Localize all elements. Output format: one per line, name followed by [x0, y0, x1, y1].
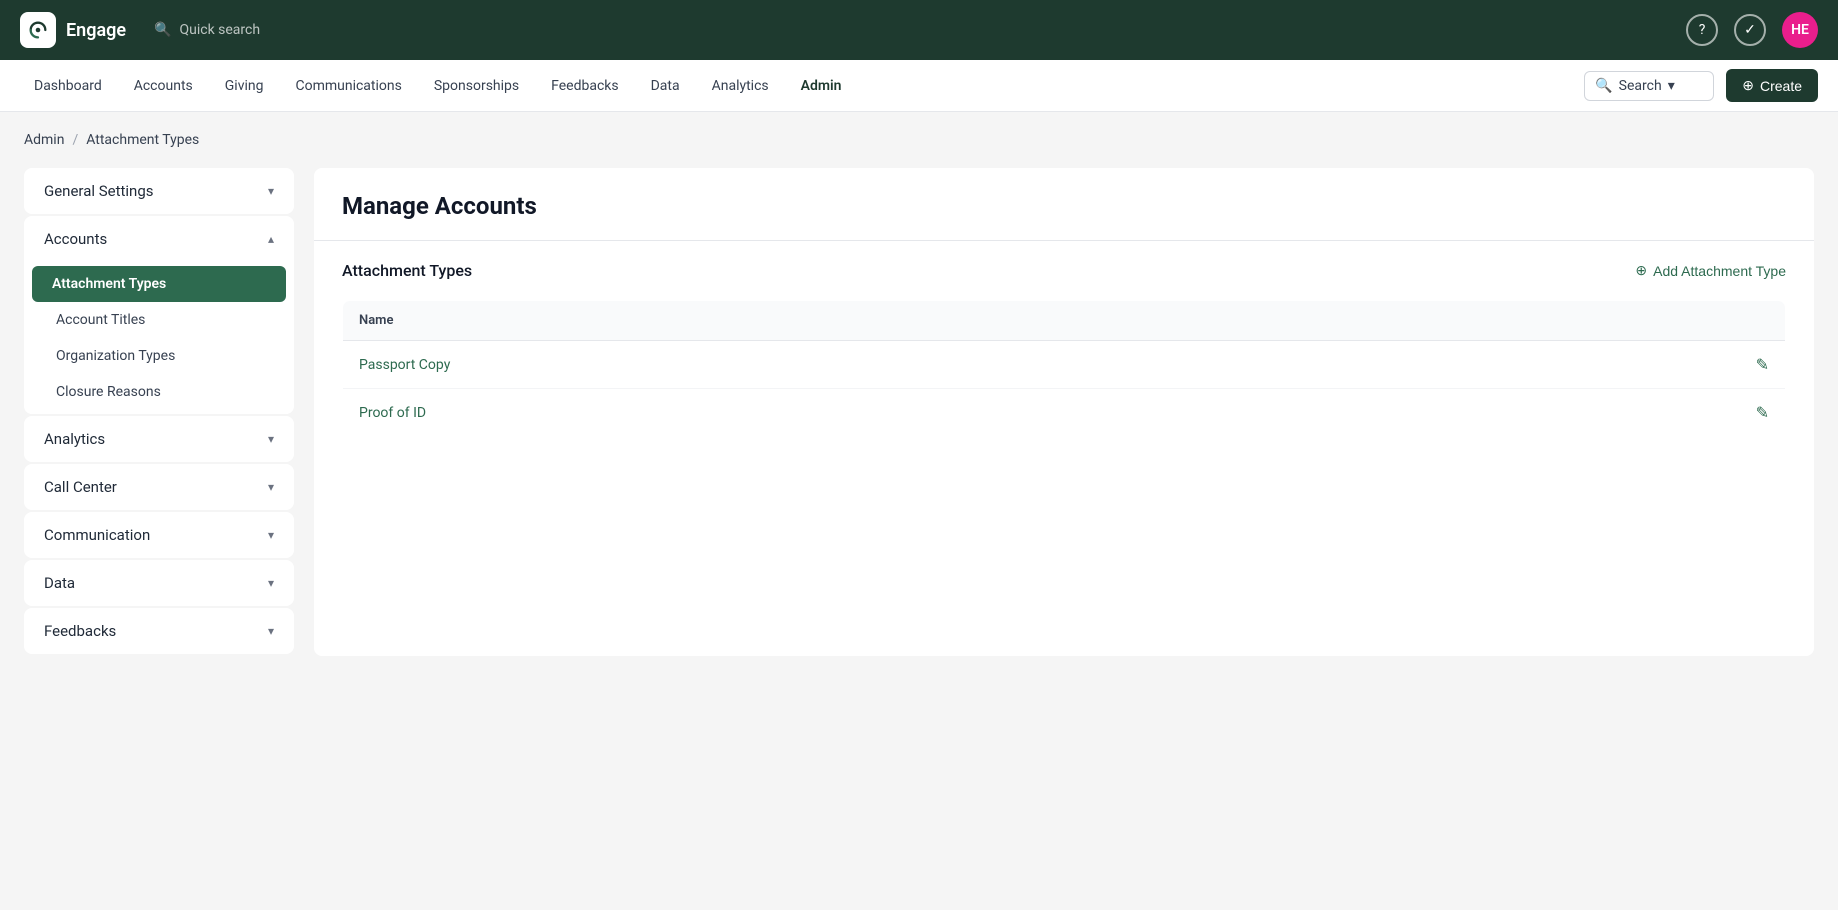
content-layout: General Settings ▾ Accounts ▴ Attachment…	[24, 168, 1814, 656]
row-passport-copy[interactable]: Passport Copy	[343, 341, 1396, 389]
attachment-types-table: Name Passport Copy ✎ Proof of ID	[342, 300, 1786, 437]
sidebar-section-data: Data ▾	[24, 560, 294, 606]
page-wrapper: Admin / Attachment Types General Setting…	[0, 112, 1838, 910]
sidebar-header-communication[interactable]: Communication ▾	[24, 512, 294, 558]
section-header: Attachment Types ⊕ Add Attachment Type	[314, 241, 1814, 300]
sidebar-section-accounts: Accounts ▴ Attachment Types Account Titl…	[24, 216, 294, 414]
search-box[interactable]: 🔍 Search ▾	[1584, 71, 1714, 101]
sidebar-section-communication: Communication ▾	[24, 512, 294, 558]
quick-search-label: Quick search	[179, 22, 260, 38]
chevron-down-icon-general: ▾	[268, 184, 274, 198]
edit-proof-of-id-icon[interactable]: ✎	[1756, 403, 1769, 422]
nav-item-analytics[interactable]: Analytics	[698, 70, 783, 102]
sidebar-communication-label: Communication	[44, 526, 150, 544]
quick-search[interactable]: 🔍 Quick search	[154, 22, 260, 38]
help-icon: ?	[1699, 22, 1706, 38]
col-name: Name	[343, 301, 1396, 341]
sidebar-analytics-label: Analytics	[44, 430, 105, 448]
sidebar-section-feedbacks: Feedbacks ▾	[24, 608, 294, 654]
breadcrumb-parent[interactable]: Admin	[24, 132, 64, 148]
nav-right: 🔍 Search ▾ ⊕ Create	[1584, 69, 1818, 102]
app-name: Engage	[66, 20, 126, 41]
add-circle-icon: ⊕	[1635, 262, 1647, 279]
add-attachment-type-button[interactable]: ⊕ Add Attachment Type	[1635, 262, 1786, 279]
sidebar-section-analytics: Analytics ▾	[24, 416, 294, 462]
create-icon: ⊕	[1742, 77, 1754, 94]
search-icon: 🔍	[154, 22, 171, 38]
help-button[interactable]: ?	[1686, 14, 1718, 46]
search-box-label: Search	[1619, 78, 1662, 94]
section-title: Attachment Types	[342, 261, 472, 280]
nav-item-data[interactable]: Data	[637, 70, 694, 102]
check-icon: ✓	[1744, 22, 1756, 38]
chevron-down-icon-data: ▾	[268, 576, 274, 590]
row-proof-of-id[interactable]: Proof of ID	[343, 389, 1396, 437]
sidebar-call-center-label: Call Center	[44, 478, 117, 496]
nav-item-communications[interactable]: Communications	[281, 70, 415, 102]
breadcrumb-current: Attachment Types	[86, 132, 199, 148]
top-bar-actions: ? ✓ HE	[1686, 12, 1818, 48]
sidebar-item-account-titles[interactable]: Account Titles	[24, 302, 294, 338]
chevron-up-icon-accounts: ▴	[268, 232, 274, 246]
table-row: Passport Copy ✎	[343, 341, 1786, 389]
nav-item-feedbacks[interactable]: Feedbacks	[537, 70, 632, 102]
sidebar-header-feedbacks[interactable]: Feedbacks ▾	[24, 608, 294, 654]
breadcrumb-separator: /	[72, 132, 78, 148]
sidebar-item-closure-reasons[interactable]: Closure Reasons	[24, 374, 294, 410]
edit-passport-copy-icon[interactable]: ✎	[1756, 355, 1769, 374]
sidebar: General Settings ▾ Accounts ▴ Attachment…	[24, 168, 294, 656]
chevron-down-icon-analytics: ▾	[268, 432, 274, 446]
sidebar-accounts-label: Accounts	[44, 230, 107, 248]
top-bar: Engage 🔍 Quick search ? ✓ HE	[0, 0, 1838, 60]
sidebar-section-general: General Settings ▾	[24, 168, 294, 214]
chevron-down-icon-communication: ▾	[268, 528, 274, 542]
notifications-button[interactable]: ✓	[1734, 14, 1766, 46]
avatar[interactable]: HE	[1782, 12, 1818, 48]
row-passport-copy-actions: ✎	[1395, 341, 1785, 389]
add-button-label: Add Attachment Type	[1653, 263, 1786, 279]
col-actions	[1395, 301, 1785, 341]
sidebar-data-label: Data	[44, 574, 75, 592]
sidebar-item-organization-types[interactable]: Organization Types	[24, 338, 294, 374]
sidebar-feedbacks-label: Feedbacks	[44, 622, 116, 640]
create-button[interactable]: ⊕ Create	[1726, 69, 1818, 102]
nav-item-accounts[interactable]: Accounts	[120, 70, 207, 102]
search-box-icon: 🔍	[1595, 78, 1612, 94]
sidebar-header-accounts[interactable]: Accounts ▴	[24, 216, 294, 262]
table-body: Passport Copy ✎ Proof of ID ✎	[343, 341, 1786, 437]
create-label: Create	[1760, 78, 1802, 94]
table-row: Proof of ID ✎	[343, 389, 1786, 437]
nav-item-admin[interactable]: Admin	[787, 70, 856, 102]
nav-item-giving[interactable]: Giving	[211, 70, 278, 102]
row-proof-of-id-actions: ✎	[1395, 389, 1785, 437]
sidebar-header-call-center[interactable]: Call Center ▾	[24, 464, 294, 510]
chevron-down-icon-call-center: ▾	[268, 480, 274, 494]
secondary-nav: Dashboard Accounts Giving Communications…	[0, 60, 1838, 112]
sidebar-header-data[interactable]: Data ▾	[24, 560, 294, 606]
nav-item-sponsorships[interactable]: Sponsorships	[420, 70, 533, 102]
table-header: Name	[343, 301, 1786, 341]
app-logo[interactable]: Engage	[20, 12, 126, 48]
sidebar-header-general[interactable]: General Settings ▾	[24, 168, 294, 214]
nav-item-dashboard[interactable]: Dashboard	[20, 70, 116, 102]
sidebar-section-call-center: Call Center ▾	[24, 464, 294, 510]
search-dropdown-icon: ▾	[1668, 78, 1675, 94]
sidebar-header-analytics[interactable]: Analytics ▾	[24, 416, 294, 462]
breadcrumb: Admin / Attachment Types	[24, 132, 1814, 148]
sidebar-item-attachment-types[interactable]: Attachment Types	[32, 266, 286, 302]
sidebar-general-label: General Settings	[44, 182, 154, 200]
sidebar-accounts-items: Attachment Types Account Titles Organiza…	[24, 262, 294, 414]
chevron-down-icon-feedbacks: ▾	[268, 624, 274, 638]
logo-icon	[20, 12, 56, 48]
table-container: Name Passport Copy ✎ Proof of ID	[314, 300, 1814, 465]
main-content: Manage Accounts Attachment Types ⊕ Add A…	[314, 168, 1814, 656]
page-title: Manage Accounts	[314, 168, 1814, 241]
